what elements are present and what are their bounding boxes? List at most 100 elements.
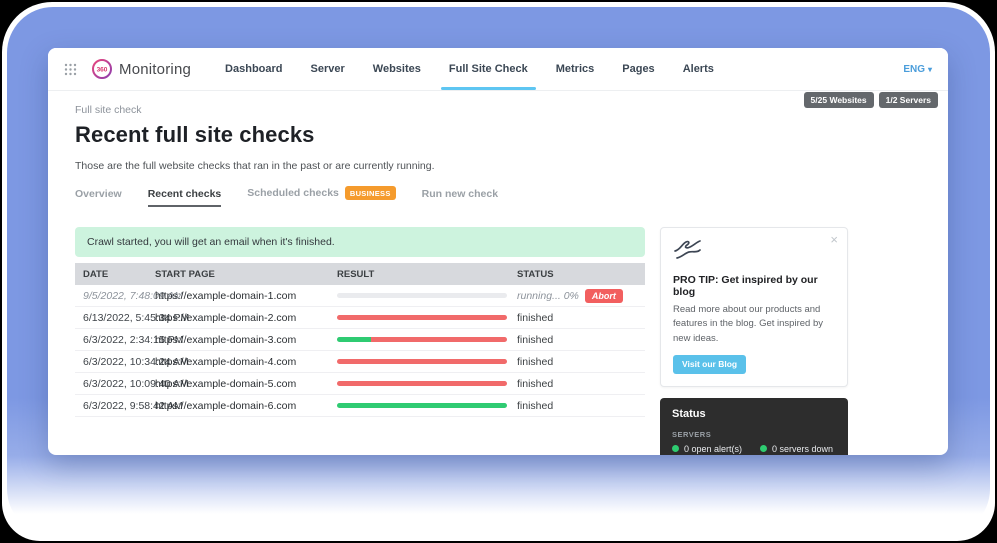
tab-overview[interactable]: Overview: [75, 188, 122, 207]
cell-date: 9/5/2022, 7:48:09 AM: [75, 290, 155, 302]
cell-result: [337, 381, 517, 386]
column-header-result: RESULT: [337, 269, 517, 280]
nav-item-server[interactable]: Server: [311, 48, 345, 90]
progress-segment: [337, 381, 507, 386]
progress-segment: [337, 337, 371, 342]
cell-start-page[interactable]: https://example-domain-5.com: [155, 378, 337, 390]
cell-date: 6/3/2022, 10:09:40 AM: [75, 378, 155, 390]
tab-label: Overview: [75, 188, 122, 200]
cell-result: [337, 293, 517, 298]
status-text: finished: [517, 312, 553, 324]
quota-badge-1-2-servers: 1/2 Servers: [879, 92, 938, 108]
tab-run-new-check[interactable]: Run new check: [422, 188, 498, 207]
column-header-status: STATUS: [517, 269, 645, 280]
cell-status: finished: [517, 334, 645, 346]
close-icon[interactable]: ×: [830, 233, 838, 246]
status-section-label-servers: SERVERS: [672, 430, 836, 439]
progress-segment: [371, 337, 507, 342]
status-text: finished: [517, 378, 553, 390]
cell-status: finished: [517, 356, 645, 368]
chevron-down-icon: ▾: [928, 65, 932, 74]
checks-table: DATESTART PAGERESULTSTATUS 9/5/2022, 7:4…: [75, 263, 645, 417]
nav-item-dashboard[interactable]: Dashboard: [225, 48, 282, 90]
status-item: 0 servers down: [760, 444, 836, 454]
language-label: ENG: [903, 64, 925, 75]
cell-start-page[interactable]: https://example-domain-4.com: [155, 356, 337, 368]
tab-recent-checks[interactable]: Recent checks: [148, 188, 222, 207]
page-subtitle: Those are the full website checks that r…: [75, 160, 921, 172]
business-badge: BUSINESS: [345, 186, 396, 200]
success-banner: Crawl started, you will get an email whe…: [75, 227, 645, 257]
main-column: Crawl started, you will get an email whe…: [75, 227, 645, 417]
quota-badges: 5/25 Websites 1/2 Servers: [804, 92, 938, 108]
tab-label: Scheduled checks: [247, 187, 339, 199]
cell-start-page[interactable]: https://example-domain-2.com: [155, 312, 337, 324]
cell-result: [337, 315, 517, 320]
content-columns: Crawl started, you will get an email whe…: [48, 227, 948, 455]
cell-start-page[interactable]: https://example-domain-3.com: [155, 334, 337, 346]
progress-bar: [337, 293, 507, 298]
status-item-text: 0 servers down: [772, 444, 833, 454]
tab-label: Run new check: [422, 188, 498, 200]
app-window: 360 Monitoring DashboardServerWebsitesFu…: [48, 48, 948, 455]
status-text: finished: [517, 356, 553, 368]
nav-item-pages[interactable]: Pages: [622, 48, 654, 90]
sidebar-column: × PRO TIP: Get inspired by our blog Read…: [660, 227, 848, 455]
progress-segment: [337, 315, 507, 320]
status-text: running... 0%: [517, 290, 579, 302]
status-sections: SERVERS0 open alert(s)0 servers downWEBS…: [672, 430, 836, 455]
progress-bar: [337, 381, 507, 386]
table-row: 6/3/2022, 2:34:15 PMhttps://example-doma…: [75, 329, 645, 351]
nav-item-full-site-check[interactable]: Full Site Check: [449, 48, 528, 90]
tab-bar: Overview Recent checks Scheduled checks BUS…: [75, 186, 921, 207]
brand-name: Monitoring: [119, 61, 191, 78]
abort-button[interactable]: Abort: [585, 289, 623, 303]
progress-bar: [337, 403, 507, 408]
status-ok-dot: [760, 445, 767, 452]
cell-result: [337, 403, 517, 408]
cell-status: finished: [517, 312, 645, 324]
quota-badge-5-25-websites: 5/25 Websites: [804, 92, 874, 108]
cell-status: finished: [517, 378, 645, 390]
nav-item-alerts[interactable]: Alerts: [683, 48, 714, 90]
cell-start-page[interactable]: https://example-domain-1.com: [155, 290, 337, 302]
nav-item-metrics[interactable]: Metrics: [556, 48, 595, 90]
status-panel-title: Status: [672, 408, 836, 420]
cell-status: running... 0% Abort: [517, 289, 645, 303]
table-row: 6/13/2022, 5:45:34 PMhttps://example-dom…: [75, 307, 645, 329]
app-launcher-icon[interactable]: [64, 63, 77, 76]
breadcrumb: Full site check: [75, 104, 921, 116]
cell-date: 6/3/2022, 2:34:15 PM: [75, 334, 155, 346]
status-ok-dot: [672, 445, 679, 452]
status-item: 0 open alert(s): [672, 444, 760, 454]
table-header-row: DATESTART PAGERESULTSTATUS: [75, 263, 645, 285]
progress-segment: [337, 359, 507, 364]
top-navigation: 360 Monitoring Dashboard Server Websites Fu…: [48, 48, 948, 91]
pro-tip-title: PRO TIP: Get inspired by our blog: [673, 274, 835, 298]
tab-scheduled-checks[interactable]: Scheduled checks BUSINESS: [247, 186, 395, 207]
status-item-text: 0 open alert(s): [684, 444, 742, 454]
language-selector[interactable]: ENG ▾: [903, 64, 932, 75]
cell-date: 6/3/2022, 9:58:42 AM: [75, 400, 155, 412]
progress-segment: [337, 403, 507, 408]
brand-logo[interactable]: 360 Monitoring: [91, 58, 191, 80]
column-header-date: DATE: [75, 269, 155, 280]
page-header: Full site check Recent full site checks …: [48, 91, 948, 207]
status-panel: Status SERVERS 0 open alert(s) 0 servers d…: [660, 398, 848, 455]
cell-date: 6/13/2022, 5:45:34 PM: [75, 312, 155, 324]
marketing-frame: 360 Monitoring DashboardServerWebsitesFu…: [0, 0, 997, 543]
logo-360-icon: 360: [91, 58, 113, 80]
table-row: 6/3/2022, 10:09:40 AMhttps://example-dom…: [75, 373, 645, 395]
page-title: Recent full site checks: [75, 122, 921, 148]
nav-item-websites[interactable]: Websites: [373, 48, 421, 90]
table-row: 6/3/2022, 10:34:24 AMhttps://example-dom…: [75, 351, 645, 373]
status-items: 0 open alert(s) 0 servers down: [672, 444, 836, 454]
pro-tip-card: × PRO TIP: Get inspired by our blog Read…: [660, 227, 848, 387]
nav-items: Dashboard Server Websites Full Site Check Me…: [225, 48, 714, 90]
table-row: 6/3/2022, 9:58:42 AMhttps://example-doma…: [75, 395, 645, 417]
cell-start-page[interactable]: https://example-domain-6.com: [155, 400, 337, 412]
progress-bar: [337, 315, 507, 320]
cell-date: 6/3/2022, 10:34:24 AM: [75, 356, 155, 368]
logo-360-text: 360: [97, 67, 108, 74]
visit-blog-button[interactable]: Visit our Blog: [673, 355, 746, 374]
